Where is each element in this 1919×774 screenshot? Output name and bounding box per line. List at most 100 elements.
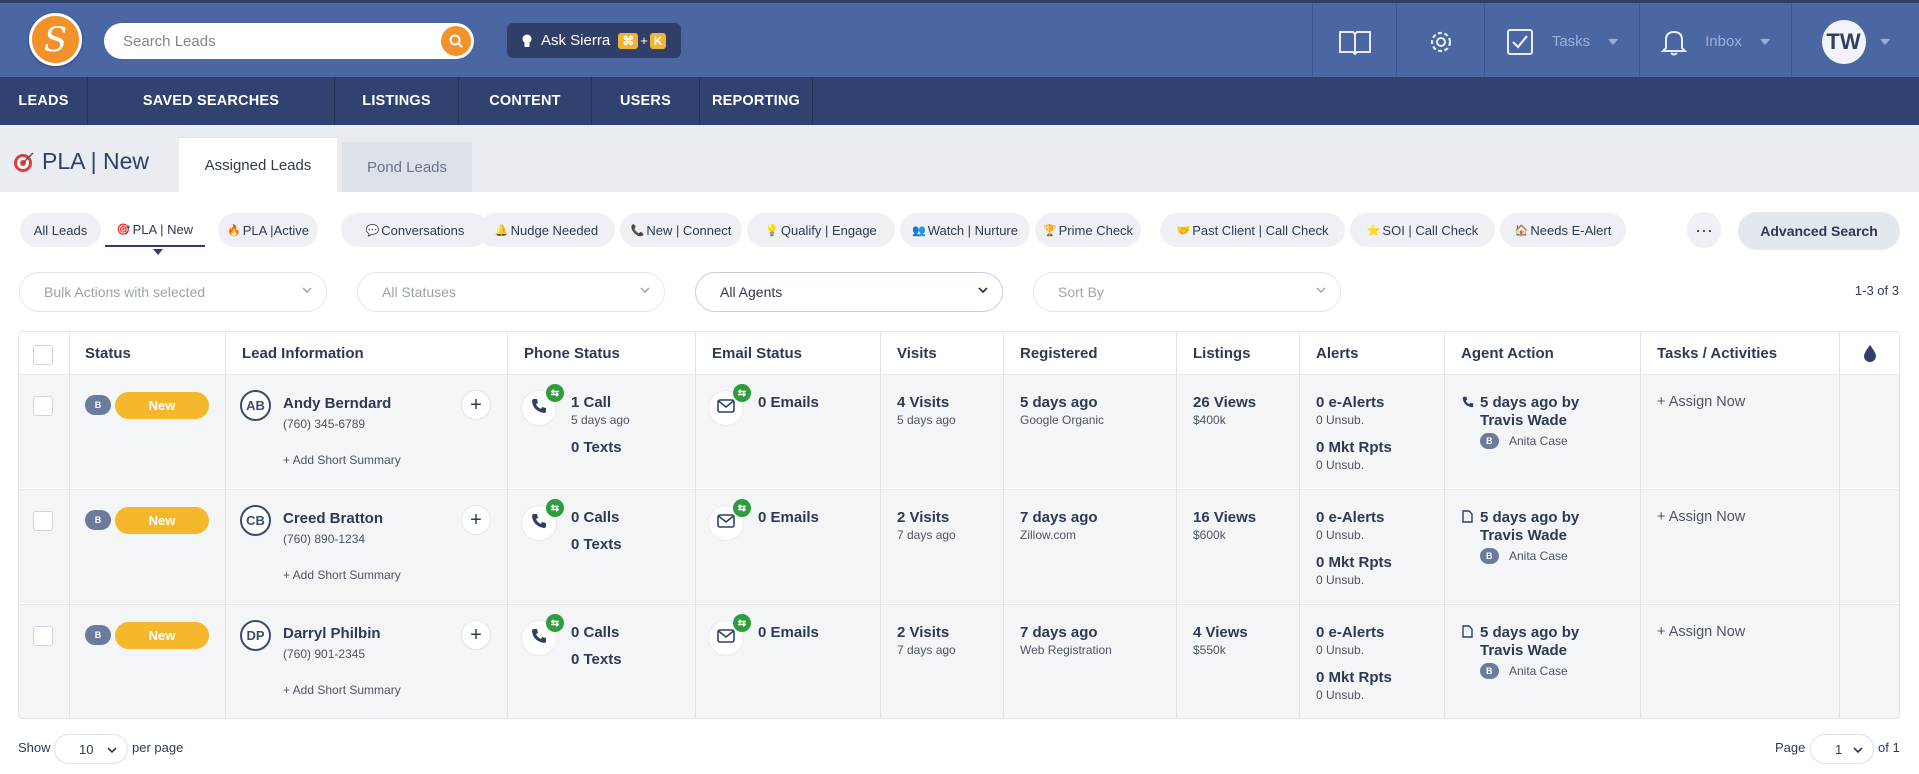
nav-leads[interactable]: LEADS [0, 77, 88, 125]
add-lead-action-button[interactable]: + [461, 505, 491, 535]
market-reports-count: 0 Mkt Rpts [1316, 439, 1392, 456]
last-call-time: 5 days ago [571, 413, 630, 427]
document-icon [1462, 510, 1473, 528]
search-input[interactable] [123, 32, 423, 50]
e-alerts-count: 0 e-Alerts [1316, 624, 1385, 641]
nav-content[interactable]: CONTENT [459, 77, 592, 125]
column-divider [507, 332, 508, 718]
chip-label: Conversations [381, 222, 465, 238]
header-lead-information[interactable]: Lead Information [242, 345, 364, 362]
assigned-agent-name[interactable]: Anita Case [1509, 549, 1568, 563]
assign-task-link[interactable]: + Assign Now [1657, 394, 1745, 410]
search-button[interactable] [441, 26, 471, 56]
agents-select[interactable]: All Agents [695, 272, 1003, 312]
speech-bubble-icon: 💬 [365, 224, 380, 237]
lead-name[interactable]: Darryl Philbin [283, 625, 381, 642]
visits-count: 2 Visits [897, 509, 950, 526]
column-divider [1839, 332, 1840, 718]
advanced-search-button[interactable]: Advanced Search [1738, 212, 1900, 250]
chip-label: New | Connect [646, 222, 732, 238]
chip-conversations[interactable]: 💬 Conversations [341, 213, 489, 247]
status-badge[interactable]: New [115, 392, 209, 419]
assigned-agent-name[interactable]: Anita Case [1509, 664, 1568, 678]
emails-count: 0 Emails [758, 394, 819, 411]
add-short-summary-link[interactable]: + Add Short Summary [283, 683, 401, 697]
header-listings[interactable]: Listings [1193, 345, 1251, 362]
user-menu[interactable]: TW [1791, 3, 1919, 80]
row-checkbox[interactable] [33, 626, 53, 646]
settings-button[interactable] [1396, 3, 1484, 80]
tasks-menu[interactable]: Tasks [1484, 3, 1639, 80]
chip-qualify-engage[interactable]: 💡 Qualify | Engage [747, 213, 895, 247]
lead-name[interactable]: Creed Bratton [283, 510, 383, 527]
page-value: 1 [1835, 741, 1843, 757]
agent-type-badge: B [1480, 663, 1499, 679]
calls-count: 1 Call [571, 394, 612, 411]
sort-select[interactable]: Sort By [1033, 272, 1341, 312]
header-alerts[interactable]: Alerts [1316, 345, 1359, 362]
add-lead-action-button[interactable]: + [461, 620, 491, 650]
chip-pla-new[interactable]: 🎯 PLA | New [105, 213, 205, 247]
chip-nudge-needed[interactable]: 🔔 Nudge Needed [478, 213, 615, 247]
bulk-actions-select[interactable]: Bulk Actions with selected [19, 272, 327, 312]
chip-needs-e-alert[interactable]: 🏠 Needs E-Alert [1500, 213, 1626, 247]
header-agent-action[interactable]: Agent Action [1461, 345, 1554, 362]
nav-reporting[interactable]: REPORTING [700, 77, 813, 125]
fire-icon: 🔥 [227, 224, 241, 237]
sierra-logo[interactable]: S [29, 13, 82, 66]
assign-task-link[interactable]: + Assign Now [1657, 624, 1745, 640]
caret-down-icon [1608, 38, 1619, 45]
chip-soi-call-check[interactable]: ⭐ SOI | Call Check [1350, 213, 1495, 247]
show-label: Show [18, 740, 51, 755]
per-page-select[interactable]: 10 [54, 734, 128, 764]
chip-watch-nurture[interactable]: 👥 Watch | Nurture [900, 213, 1030, 247]
nav-listings[interactable]: LISTINGS [335, 77, 459, 125]
page-select[interactable]: 1 [1810, 734, 1874, 764]
header-tasks-activities[interactable]: Tasks / Activities [1657, 345, 1777, 362]
target-icon [14, 151, 34, 172]
market-reports-count: 0 Mkt Rpts [1316, 554, 1392, 571]
assign-task-link[interactable]: + Assign Now [1657, 509, 1745, 525]
row-checkbox[interactable] [33, 511, 53, 531]
lead-phone[interactable]: (760) 901-2345 [283, 647, 365, 661]
lead-type-badge: B [85, 510, 111, 530]
status-badge[interactable]: New [115, 507, 209, 534]
last-visit-time: 7 days ago [897, 528, 956, 542]
header-phone-status[interactable]: Phone Status [524, 345, 620, 362]
chip-all-leads[interactable]: All Leads [20, 213, 101, 247]
chip-new-connect[interactable]: 📞 New | Connect [620, 213, 742, 247]
add-short-summary-link[interactable]: + Add Short Summary [283, 568, 401, 582]
more-chips-button[interactable]: ··· [1687, 212, 1721, 248]
ask-sierra-button[interactable]: Ask Sierra ⌘ + K [507, 23, 681, 58]
status-badge[interactable]: New [115, 622, 209, 649]
chip-prime-check[interactable]: 🏆 Prime Check [1035, 213, 1141, 247]
inbox-menu[interactable]: Inbox [1639, 3, 1791, 80]
market-reports-unsub: 0 Unsub. [1316, 458, 1365, 472]
nav-users[interactable]: USERS [592, 77, 700, 125]
droplet-icon[interactable] [1863, 344, 1877, 362]
add-short-summary-link[interactable]: + Add Short Summary [283, 453, 401, 467]
chip-past-client-call-check[interactable]: 🤝 Past Client | Call Check [1160, 213, 1345, 247]
chip-pla-active[interactable]: 🔥 PLA | Active [218, 213, 318, 247]
lead-phone[interactable]: (760) 890-1234 [283, 532, 365, 546]
row-checkbox[interactable] [33, 396, 53, 416]
add-lead-action-button[interactable]: + [461, 390, 491, 420]
price-point: $550k [1193, 643, 1226, 657]
knowledge-base-button[interactable] [1312, 3, 1396, 80]
market-reports-unsub: 0 Unsub. [1316, 688, 1365, 702]
tab-pond-leads[interactable]: Pond Leads [342, 142, 472, 192]
header-status[interactable]: Status [85, 345, 131, 362]
status-select[interactable]: All Statuses [357, 272, 665, 312]
last-visit-time: 7 days ago [897, 643, 956, 657]
assigned-agent-name[interactable]: Anita Case [1509, 434, 1568, 448]
tab-assigned-leads[interactable]: Assigned Leads [179, 137, 337, 192]
header-email-status[interactable]: Email Status [712, 345, 802, 362]
header-visits[interactable]: Visits [897, 345, 937, 362]
header-registered[interactable]: Registered [1020, 345, 1098, 362]
nav-saved-searches[interactable]: SAVED SEARCHES [88, 77, 335, 125]
lead-phone[interactable]: (760) 345-6789 [283, 417, 365, 431]
select-all-checkbox[interactable] [33, 345, 53, 365]
handshake-icon: 🤝 [1176, 224, 1191, 237]
lead-name[interactable]: Andy Berndard [283, 395, 391, 412]
chip-label: Past Client | Call Check [1192, 222, 1329, 238]
